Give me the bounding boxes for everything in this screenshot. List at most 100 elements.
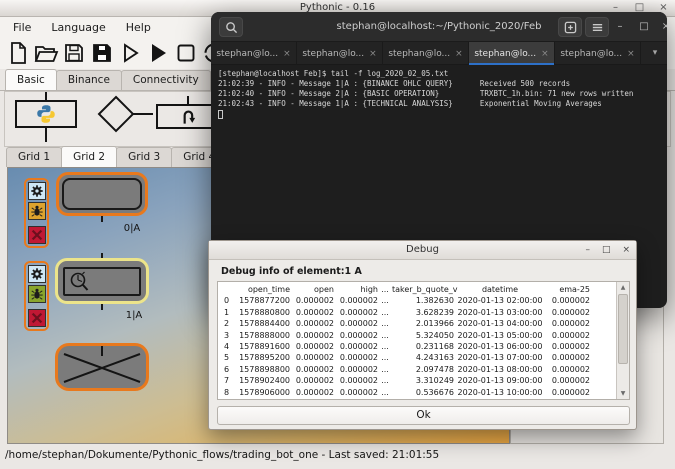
column-header (222, 284, 236, 295)
return-arrow-icon (178, 107, 198, 127)
cell: ... (378, 295, 392, 306)
menu-help[interactable]: Help (123, 20, 154, 35)
chevron-down-icon[interactable]: ▾ (643, 42, 667, 64)
minimize-icon[interactable]: – (585, 241, 590, 259)
table-row: 315788880000.0000020.000002...5.32405020… (222, 330, 629, 341)
element-0-binance-ohlc[interactable] (56, 172, 148, 216)
close-icon[interactable]: × (657, 17, 667, 37)
toolbox-branch-element[interactable] (97, 95, 135, 133)
maximize-icon[interactable]: □ (635, 17, 653, 37)
tab-basic[interactable]: Basic (5, 69, 57, 90)
tab-grid-1[interactable]: Grid 1 (6, 147, 62, 167)
edit-button[interactable] (28, 182, 46, 200)
table-row: 115788808000.0000020.000002...3.62823920… (222, 307, 629, 318)
tab-grid-2[interactable]: Grid 2 (61, 146, 117, 167)
terminal-tab[interactable]: stephan@lo... × (211, 42, 297, 65)
table-row: 715789024000.0000020.000002...3.31024920… (222, 375, 629, 386)
close-icon[interactable]: × (369, 49, 377, 59)
element-1-label: 1|A (112, 310, 156, 321)
scrollbar[interactable]: ▲ ▼ (616, 282, 629, 399)
debug-table-grid: open_timeopenhigh...taker_b_quote_vdatet… (218, 282, 629, 398)
column-header: taker_b_quote_v (392, 284, 454, 295)
debug-titlebar: Debug – □ × (209, 241, 636, 260)
run-button[interactable] (144, 40, 171, 67)
gear-icon (30, 267, 44, 281)
cell: 2 (222, 318, 236, 329)
maximize-icon[interactable]: □ (602, 241, 611, 259)
debug-button[interactable] (28, 285, 46, 303)
element-1-technical-analysis[interactable] (55, 258, 149, 304)
minimize-icon[interactable]: – (611, 17, 629, 37)
save-button[interactable] (60, 40, 87, 67)
desktop: Pythonic - 0.16 – □ × File Language Help… (0, 0, 675, 469)
close-icon[interactable]: × (541, 49, 549, 59)
column-header: open (290, 284, 334, 295)
element-body (63, 267, 141, 296)
python-logo-icon (36, 104, 56, 124)
delete-button[interactable] (28, 226, 46, 244)
cell: 0.000002 (290, 318, 334, 329)
save-as-button[interactable] (88, 40, 115, 67)
new-file-icon (6, 41, 30, 65)
run-debug-button[interactable] (116, 40, 143, 67)
cell: 0.000002 (334, 375, 378, 386)
tab-binance[interactable]: Binance (56, 70, 122, 90)
terminal-tab[interactable]: stephan@lo... × (297, 42, 383, 65)
cell: 7 (222, 375, 236, 386)
scroll-down-icon[interactable]: ▼ (617, 388, 629, 399)
play-outline-icon (118, 41, 142, 65)
column-header: open_time (236, 284, 290, 295)
close-icon[interactable]: × (455, 49, 463, 59)
toolbox-python-element[interactable] (15, 100, 77, 128)
element-2-stack[interactable] (55, 343, 149, 391)
cell: 0.000002 (290, 387, 334, 398)
new-tab-icon (564, 21, 577, 34)
open-folder-icon (33, 41, 59, 65)
new-file-button[interactable] (4, 40, 31, 67)
cell: 0.000002 (546, 318, 590, 329)
debug-info-label: Debug info of element:1 A (221, 266, 362, 277)
connector (101, 304, 103, 310)
open-button[interactable] (32, 40, 59, 67)
element-1-actions (24, 261, 49, 331)
bug-icon (30, 287, 44, 301)
cell: 3 (222, 330, 236, 341)
connector-stub (187, 96, 189, 104)
terminal-tab-label: stephan@lo... (302, 49, 364, 59)
close-icon[interactable]: × (283, 49, 291, 59)
cell: 4 (222, 341, 236, 352)
terminal-tab-label: stephan@lo... (216, 49, 278, 59)
close-icon[interactable]: × (627, 49, 635, 59)
stop-button[interactable] (172, 40, 199, 67)
edit-button[interactable] (28, 265, 46, 283)
terminal-menu-button[interactable] (585, 17, 609, 37)
terminal-tab-label: stephan@lo... (388, 49, 450, 59)
ok-button[interactable]: Ok (217, 406, 630, 425)
terminal-new-tab-button[interactable] (558, 17, 582, 37)
scroll-up-icon[interactable]: ▲ (617, 282, 629, 293)
tab-grid-3[interactable]: Grid 3 (116, 147, 172, 167)
analysis-magnifier-icon (68, 270, 94, 294)
terminal-tab[interactable]: stephan@lo... × (383, 42, 469, 65)
cell: ... (378, 375, 392, 386)
element-0-label: 0|A (110, 223, 154, 234)
cell: 0.000002 (290, 307, 334, 318)
cell: 2020-01-13 08:00:00 (454, 364, 546, 375)
tab-connectivity[interactable]: Connectivity (121, 70, 211, 90)
statusbar: /home/stephan/Dokumente/Pythonic_flows/t… (5, 449, 439, 461)
cell: ... (378, 330, 392, 341)
cell: 2020-01-13 07:00:00 (454, 352, 546, 363)
element-body (62, 178, 142, 210)
close-icon[interactable]: × (622, 241, 630, 259)
menu-language[interactable]: Language (48, 20, 108, 35)
delete-button[interactable] (28, 309, 46, 327)
debug-button[interactable] (28, 202, 46, 220)
cell: 0.000002 (290, 341, 334, 352)
menu-file[interactable]: File (10, 20, 34, 35)
scrollbar-thumb[interactable] (618, 294, 628, 364)
column-header: datetime (454, 284, 546, 295)
cell: 1578884400 (236, 318, 290, 329)
terminal-tab[interactable]: stephan@lo...× (469, 42, 555, 65)
cell: ... (378, 387, 392, 398)
terminal-tab[interactable]: stephan@lo...× (555, 42, 641, 65)
